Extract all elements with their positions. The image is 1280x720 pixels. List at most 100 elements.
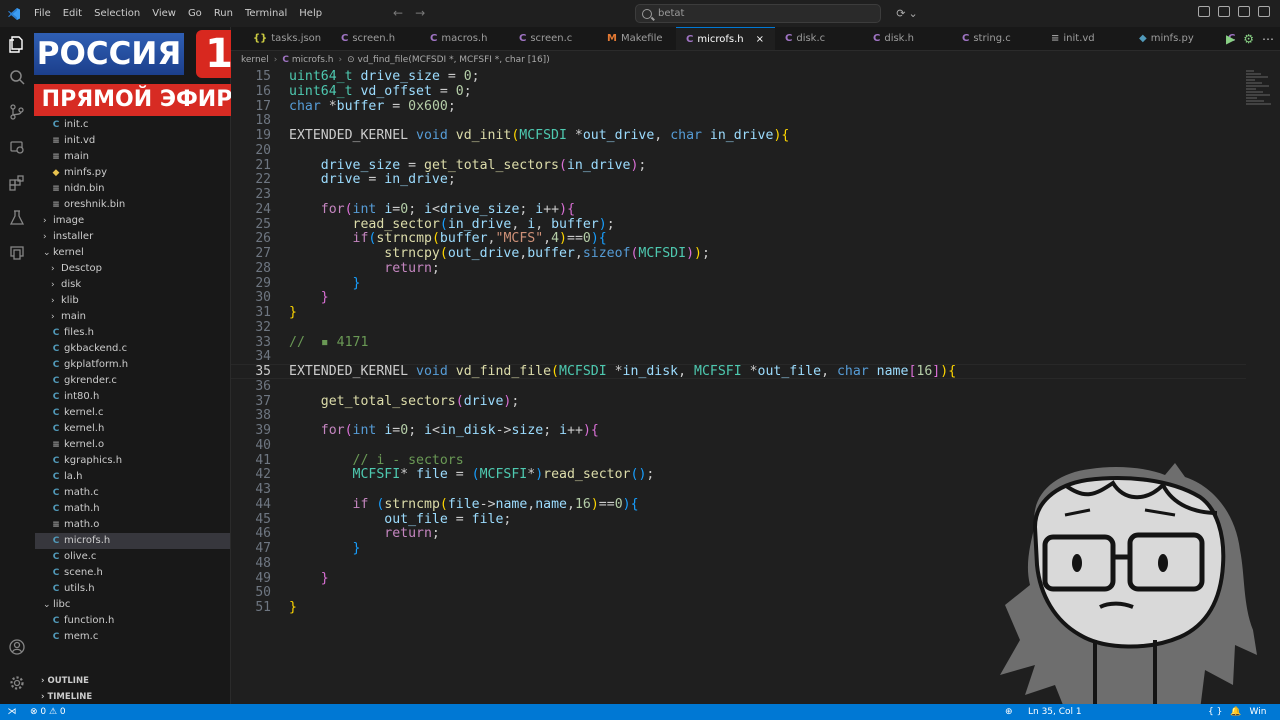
editor-tab[interactable]: {} tasks.json bbox=[243, 27, 331, 50]
remote-explorer-icon[interactable] bbox=[8, 245, 26, 263]
explorer-item[interactable]: ≡ nidn.bin bbox=[35, 181, 230, 197]
explorer-item[interactable]: › disk bbox=[35, 277, 230, 293]
copilot-button[interactable]: ⟳ ⌄ bbox=[890, 5, 924, 22]
explorer-item[interactable]: ⌄ kernel bbox=[35, 245, 230, 261]
code-line[interactable]: } bbox=[289, 600, 297, 615]
explorer-item[interactable]: Colive.c bbox=[35, 549, 230, 565]
language-mode[interactable]: { } bbox=[1208, 704, 1222, 720]
code-line[interactable]: drive_size = get_total_sectors(in_drive)… bbox=[289, 158, 647, 173]
more-actions-icon[interactable]: ⋯ bbox=[1262, 32, 1274, 46]
explorer-item[interactable]: Cfiles.h bbox=[35, 325, 230, 341]
close-icon[interactable]: × bbox=[756, 34, 764, 45]
explorer-item[interactable]: Cfunction.h bbox=[35, 613, 230, 629]
explorer-item[interactable]: Cgkrender.c bbox=[35, 373, 230, 389]
code-line[interactable]: uint64_t vd_offset = 0; bbox=[289, 84, 472, 99]
menu-item-run[interactable]: Run bbox=[208, 0, 239, 27]
breadcrumb-folder[interactable]: kernel bbox=[241, 55, 269, 65]
remote-indicator-icon[interactable]: ⋊ bbox=[0, 704, 24, 720]
editor-tab[interactable]: Cscreen.h bbox=[331, 27, 420, 50]
explorer-item[interactable]: ≡ main bbox=[35, 149, 230, 165]
explorer-item[interactable]: Cmicrofs.h bbox=[35, 533, 230, 549]
zoom-icon[interactable]: ⊕ bbox=[1005, 704, 1013, 720]
explorer-item[interactable]: Cinit.c bbox=[35, 117, 230, 133]
editor-tab[interactable]: Cstring.c bbox=[952, 27, 1041, 50]
problems-indicator[interactable]: ⊗ 0 ⚠ 0 bbox=[30, 704, 66, 720]
code-line[interactable]: } bbox=[289, 276, 361, 291]
code-line[interactable]: char *buffer = 0x600; bbox=[289, 99, 456, 114]
menu-item-go[interactable]: Go bbox=[182, 0, 208, 27]
explorer-item[interactable]: › main bbox=[35, 309, 230, 325]
account-icon[interactable] bbox=[8, 639, 26, 657]
explorer-item[interactable]: ≡ math.o bbox=[35, 517, 230, 533]
editor-tab[interactable]: M Makefile bbox=[597, 27, 676, 50]
menu-item-edit[interactable]: Edit bbox=[57, 0, 88, 27]
forward-arrow-icon[interactable]: → bbox=[415, 6, 425, 20]
settings-gear-icon[interactable] bbox=[8, 675, 26, 693]
code-line[interactable]: } bbox=[289, 571, 329, 586]
run-debug-icon[interactable] bbox=[8, 139, 26, 157]
editor-tab[interactable]: Cmicrofs.h × bbox=[676, 27, 775, 50]
editor-tab[interactable]: ◆ minfs.py bbox=[1129, 27, 1218, 50]
menu-item-file[interactable]: File bbox=[28, 0, 57, 27]
toggle-secondary-sidebar-icon[interactable] bbox=[1238, 6, 1250, 17]
platform-label[interactable]: Win bbox=[1250, 704, 1267, 720]
editor-tab[interactable]: Cdisk.h bbox=[863, 27, 952, 50]
explorer-item[interactable]: Ckgraphics.h bbox=[35, 453, 230, 469]
code-line[interactable]: for(int i=0; i<drive_size; i++){ bbox=[289, 202, 575, 217]
explorer-item[interactable]: Cgkplatform.h bbox=[35, 357, 230, 373]
explorer-item[interactable]: ≡ kernel.o bbox=[35, 437, 230, 453]
code-line[interactable]: EXTENDED_KERNEL void vd_find_file(MCFSDI… bbox=[289, 364, 956, 379]
code-line[interactable]: if (strncmp(file->name,name,16)==0){ bbox=[289, 497, 639, 512]
editor-tab[interactable]: Cdisk.c bbox=[775, 27, 863, 50]
toggle-primary-sidebar-icon[interactable] bbox=[1198, 6, 1210, 17]
minimap[interactable] bbox=[1246, 69, 1276, 119]
customize-layout-icon[interactable] bbox=[1258, 6, 1270, 17]
breadcrumb-symbol[interactable]: vd_find_file(MCFSDI *, MCFSFI *, char [1… bbox=[358, 55, 550, 65]
explorer-item[interactable]: Cmath.h bbox=[35, 501, 230, 517]
outline-section[interactable]: › OUTLINE bbox=[35, 673, 230, 689]
code-line[interactable]: out_file = file; bbox=[289, 512, 511, 527]
code-line[interactable]: // ▪ 4171 bbox=[289, 335, 368, 350]
editor-tab[interactable]: ≡ init.vd bbox=[1041, 27, 1129, 50]
explorer-item[interactable]: Ckernel.c bbox=[35, 405, 230, 421]
code-line[interactable]: return; bbox=[289, 526, 440, 541]
code-line[interactable]: // i - sectors bbox=[289, 453, 464, 468]
command-center-search[interactable]: betat bbox=[635, 4, 881, 23]
explorer-icon[interactable] bbox=[8, 35, 26, 53]
code-line[interactable]: read_sector(in_drive, i, buffer); bbox=[289, 217, 615, 232]
menu-item-terminal[interactable]: Terminal bbox=[239, 0, 293, 27]
explorer-item[interactable]: Cint80.h bbox=[35, 389, 230, 405]
code-line[interactable]: } bbox=[289, 290, 329, 305]
extensions-icon[interactable] bbox=[8, 175, 26, 193]
menu-item-view[interactable]: View bbox=[146, 0, 182, 27]
code-line[interactable]: for(int i=0; i<in_disk->size; i++){ bbox=[289, 423, 599, 438]
explorer-item[interactable]: ≡ oreshnik.bin bbox=[35, 197, 230, 213]
back-arrow-icon[interactable]: ← bbox=[393, 6, 403, 20]
explorer-item[interactable]: ⌄ libc bbox=[35, 597, 230, 613]
cursor-position[interactable]: Ln 35, Col 1 bbox=[1028, 704, 1082, 720]
code-line[interactable]: strncpy(out_drive,buffer,sizeof(MCFSDI))… bbox=[289, 246, 710, 261]
explorer-item[interactable]: › image bbox=[35, 213, 230, 229]
debug-gear-icon[interactable]: ⚙ bbox=[1243, 32, 1254, 46]
code-line[interactable]: EXTENDED_KERNEL void vd_init(MCFSDI *out… bbox=[289, 128, 789, 143]
code-line[interactable]: MCFSFI* file = (MCFSFI*)read_sector(); bbox=[289, 467, 655, 482]
explorer-item[interactable]: › klib bbox=[35, 293, 230, 309]
explorer-item[interactable]: Cmath.c bbox=[35, 485, 230, 501]
code-line[interactable]: uint64_t drive_size = 0; bbox=[289, 69, 480, 84]
explorer-item[interactable]: Cmem.c bbox=[35, 629, 230, 645]
menu-item-selection[interactable]: Selection bbox=[88, 0, 146, 27]
explorer-item[interactable]: ◆ minfs.py bbox=[35, 165, 230, 181]
toggle-panel-icon[interactable] bbox=[1218, 6, 1230, 17]
explorer-item[interactable]: Cscene.h bbox=[35, 565, 230, 581]
explorer-item[interactable]: Cutils.h bbox=[35, 581, 230, 597]
editor-tab[interactable]: Cscreen.c bbox=[509, 27, 597, 50]
search-icon[interactable] bbox=[8, 69, 26, 87]
editor-tab[interactable]: Cmacros.h bbox=[420, 27, 509, 50]
notification-bell-icon[interactable]: 🔔 bbox=[1230, 704, 1241, 720]
code-line[interactable]: get_total_sectors(drive); bbox=[289, 394, 520, 409]
explorer-item[interactable]: ≡ init.vd bbox=[35, 133, 230, 149]
explorer-item[interactable]: › installer bbox=[35, 229, 230, 245]
testing-icon[interactable] bbox=[8, 210, 26, 228]
code-line[interactable]: } bbox=[289, 541, 361, 556]
run-icon[interactable]: ▶ bbox=[1226, 32, 1235, 46]
